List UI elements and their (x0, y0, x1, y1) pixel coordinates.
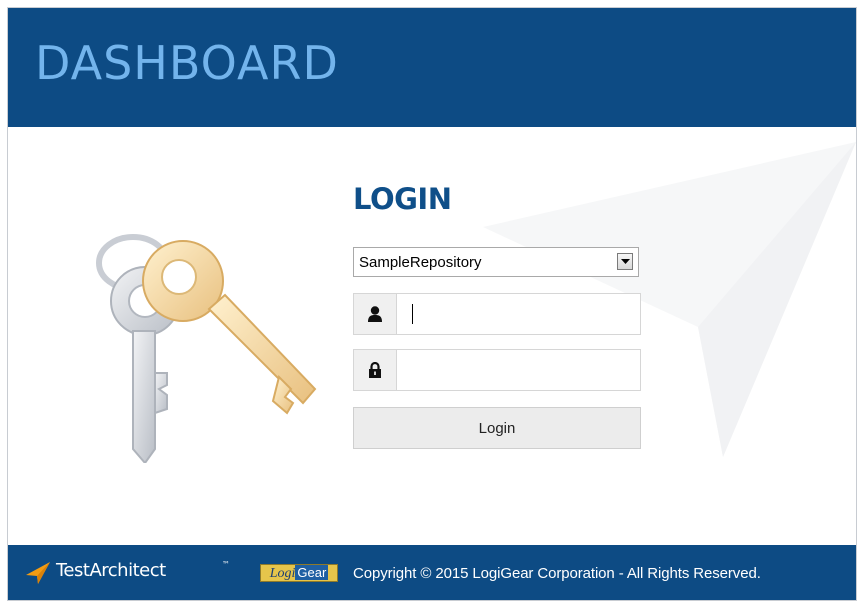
text-cursor (412, 304, 413, 324)
lock-icon (369, 362, 381, 378)
user-icon (368, 306, 382, 322)
trademark-symbol: ™ (222, 560, 230, 569)
login-title: LOGIN (353, 182, 452, 216)
repository-selected-value: SampleRepository (359, 254, 482, 271)
repository-select[interactable]: SampleRepository (353, 247, 639, 277)
login-content: LOGIN SampleRepository Login (8, 127, 856, 545)
password-icon-box (354, 350, 397, 390)
logigear-logo-part2: Gear (295, 565, 329, 580)
header-bar: DASHBOARD (8, 8, 856, 127)
testarchitect-arrow-icon (26, 562, 50, 584)
password-field[interactable] (353, 349, 641, 391)
logigear-logo: Logi Gear (260, 564, 338, 582)
chevron-down-icon (621, 259, 630, 264)
keys-icon (96, 234, 317, 463)
page-title: DASHBOARD (35, 36, 339, 90)
dropdown-button[interactable] (617, 253, 633, 270)
login-button[interactable]: Login (353, 407, 641, 449)
username-field[interactable] (353, 293, 641, 335)
password-input[interactable] (404, 358, 632, 382)
username-input[interactable] (404, 302, 632, 326)
username-icon-box (354, 294, 397, 334)
testarchitect-name: TestArchitect (56, 560, 166, 581)
logigear-logo-part1: Logi (269, 566, 296, 581)
copyright-text: Copyright © 2015 LogiGear Corporation - … (353, 565, 761, 582)
footer-bar: TestArchitect ™ Logi Gear Copyright © 201… (8, 545, 856, 600)
dashboard-window: DASHBOARD LOGIN SampleRepository Login T… (8, 8, 856, 600)
